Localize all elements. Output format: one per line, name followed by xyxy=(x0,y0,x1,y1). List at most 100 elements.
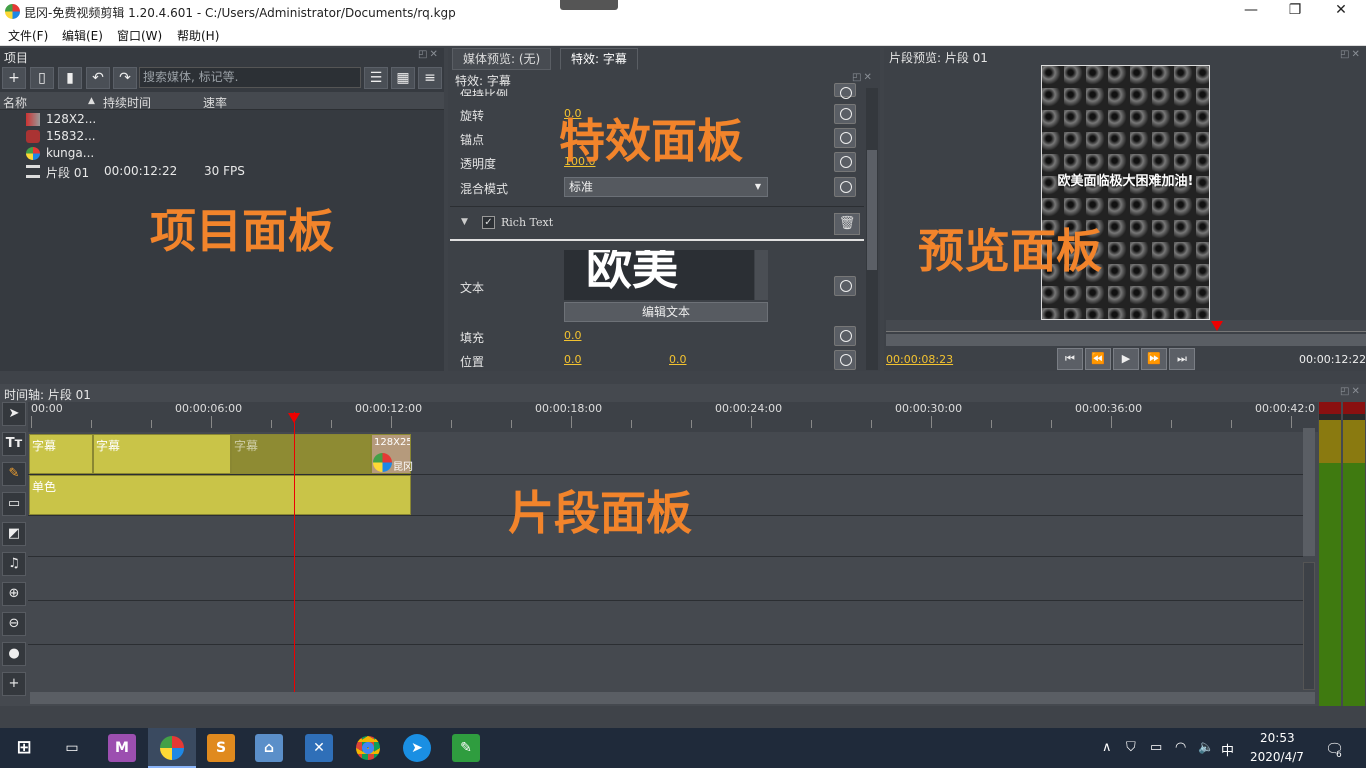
open-file-icon[interactable]: ▮ xyxy=(58,67,82,89)
preview-scrollbar[interactable] xyxy=(886,334,1366,346)
close-button[interactable]: ✕ xyxy=(1318,2,1364,22)
subtitle-clip[interactable]: 字幕 xyxy=(93,434,231,474)
fast-forward-icon[interactable]: ⏩ xyxy=(1141,348,1167,370)
clock-date[interactable]: 2020/4/7 xyxy=(1250,750,1304,764)
skip-start-icon[interactable]: ⏮ xyxy=(1057,348,1083,370)
shield-icon[interactable]: ⛉ xyxy=(1126,740,1136,755)
effects-panel-overlay-label: 特效面板 xyxy=(559,114,743,168)
list-view-icon[interactable]: ☰ xyxy=(364,67,388,89)
preview-frame[interactable] xyxy=(1041,65,1210,320)
position-y-value[interactable]: 0.0 xyxy=(669,353,687,366)
tab-media-preview[interactable]: 媒体预览: (无) xyxy=(452,48,552,70)
detail-view-icon[interactable]: ≡ xyxy=(418,67,442,89)
battery-icon[interactable]: ▭ xyxy=(1150,740,1162,755)
add-icon[interactable]: + xyxy=(2,67,26,89)
text-tool-icon[interactable]: Tт xyxy=(2,432,26,456)
wifi-icon[interactable]: ◠ xyxy=(1175,740,1186,755)
menu-window[interactable]: 窗口(W) xyxy=(117,27,162,44)
timeline-h-scrollbar[interactable] xyxy=(30,692,1315,704)
grid-view-icon[interactable]: ▦ xyxy=(391,67,415,89)
menu-help[interactable]: 帮助(H) xyxy=(177,27,219,44)
undo-icon[interactable]: ↶ xyxy=(86,67,110,89)
project-item-name[interactable]: kunga... xyxy=(46,146,94,160)
keyframe-clock-icon[interactable] xyxy=(834,276,856,296)
subtitle-clip-selected[interactable]: 字幕 xyxy=(231,434,371,474)
rich-text-preview[interactable]: 欧美 xyxy=(564,250,754,300)
column-duration[interactable]: 持续时间 xyxy=(103,94,151,111)
keyframe-clock-icon[interactable] xyxy=(834,104,856,124)
project-item-name[interactable]: 片段 01 xyxy=(46,164,89,181)
zoom-in-icon[interactable]: ⊕ xyxy=(2,582,26,606)
text-label: 文本 xyxy=(460,281,485,295)
clock-time[interactable]: 20:53 xyxy=(1260,731,1295,745)
edit-text-button[interactable]: 编辑文本 xyxy=(564,302,768,322)
project-item-name[interactable]: 128X2... xyxy=(46,112,96,126)
new-file-icon[interactable]: ▯ xyxy=(30,67,54,89)
timeline-playhead[interactable] xyxy=(294,412,295,692)
subtitle-clip[interactable]: 字幕 xyxy=(29,434,93,474)
column-name[interactable]: 名称 xyxy=(3,94,27,111)
audio-icon[interactable]: ♫ xyxy=(2,552,26,576)
trash-icon[interactable]: 🗑 xyxy=(834,213,860,235)
volume-icon[interactable]: 🔈 xyxy=(1198,740,1214,755)
project-item-name[interactable]: 15832... xyxy=(46,129,96,143)
preview-current-time[interactable]: 00:00:08:23 xyxy=(886,353,953,366)
redo-icon[interactable]: ↷ xyxy=(113,67,137,89)
track-tool-icon[interactable]: ▭ xyxy=(2,492,26,516)
timeline-dock-buttons[interactable]: ◰✕ xyxy=(1340,386,1362,397)
text-scrollbar[interactable] xyxy=(755,250,768,300)
sublime-icon[interactable]: S xyxy=(207,734,235,762)
feishu-icon[interactable]: ➤ xyxy=(403,734,431,762)
preview-dock-buttons[interactable]: ◰✕ xyxy=(1340,49,1362,60)
timeline-playhead-icon[interactable] xyxy=(288,413,300,423)
chevron-down-icon[interactable]: ▼ xyxy=(461,217,468,227)
effects-scroll-thumb[interactable] xyxy=(867,150,877,270)
column-rate[interactable]: 速率 xyxy=(203,94,227,111)
brush-tool-icon[interactable]: ✎ xyxy=(2,462,26,486)
position-x-value[interactable]: 0.0 xyxy=(564,353,582,366)
drag-handle[interactable] xyxy=(560,0,618,10)
task-view-icon[interactable]: ▭ xyxy=(58,734,86,762)
menu-edit[interactable]: 编辑(E) xyxy=(62,27,103,44)
notepad-icon[interactable]: ✎ xyxy=(452,734,480,762)
video-track-scrollbar[interactable] xyxy=(1303,428,1315,556)
add-track-icon[interactable]: + xyxy=(2,672,26,696)
preview-time-ruler[interactable] xyxy=(886,320,1366,332)
search-input[interactable]: 搜索媒体, 标记等. xyxy=(139,67,361,88)
keyframe-clock-icon[interactable] xyxy=(834,350,856,370)
play-icon[interactable]: ▶ xyxy=(1113,348,1139,370)
app-m-icon[interactable]: M xyxy=(108,734,136,762)
start-icon[interactable]: ⊞ xyxy=(10,734,38,762)
sequence-icon xyxy=(26,165,40,178)
skip-end-icon[interactable]: ⏭ xyxy=(1169,348,1195,370)
blend-mode-select[interactable]: 标准 ▼ xyxy=(564,177,768,197)
keyframe-clock-icon[interactable] xyxy=(834,152,856,172)
control-panel-icon[interactable]: ⌂ xyxy=(255,734,283,762)
ruler-tick xyxy=(91,420,92,428)
keyframe-clock-icon[interactable] xyxy=(834,326,856,346)
keyframe-clock-icon[interactable] xyxy=(834,128,856,148)
preview-playhead-icon[interactable] xyxy=(1211,321,1224,331)
minimize-button[interactable]: — xyxy=(1228,2,1274,22)
keyframe-clock-icon[interactable] xyxy=(834,177,856,197)
project-dock-buttons[interactable]: ◰✕ xyxy=(418,49,440,60)
fill-value[interactable]: 0.0 xyxy=(564,329,582,342)
select-tool-icon[interactable]: ➤ xyxy=(2,402,26,426)
project-panel-title: 项目 xyxy=(4,51,29,65)
record-icon[interactable]: ● xyxy=(2,642,26,666)
tab-effects[interactable]: 特效: 字幕 xyxy=(560,48,638,70)
zoom-out-icon[interactable]: ⊖ xyxy=(2,612,26,636)
mask-tool-icon[interactable]: ◩ xyxy=(2,522,26,546)
audio-track-scrollbar[interactable] xyxy=(1303,562,1315,690)
ime-indicator[interactable]: 中 xyxy=(1221,740,1234,759)
chrome-icon[interactable] xyxy=(356,736,380,760)
solid-color-clip[interactable]: 单色 xyxy=(29,475,411,515)
menu-file[interactable]: 文件(F) xyxy=(8,27,48,44)
chevron-up-icon[interactable]: ∧ xyxy=(1102,740,1112,755)
keyframe-clock-icon[interactable] xyxy=(834,83,856,99)
rewind-icon[interactable]: ⏪ xyxy=(1085,348,1111,370)
ide-icon[interactable]: ✕ xyxy=(305,734,333,762)
effects-dock-buttons[interactable]: ◰✕ xyxy=(852,72,874,83)
rich-text-checkbox[interactable]: ✓ xyxy=(482,216,495,229)
maximize-button[interactable]: ❐ xyxy=(1272,2,1318,22)
